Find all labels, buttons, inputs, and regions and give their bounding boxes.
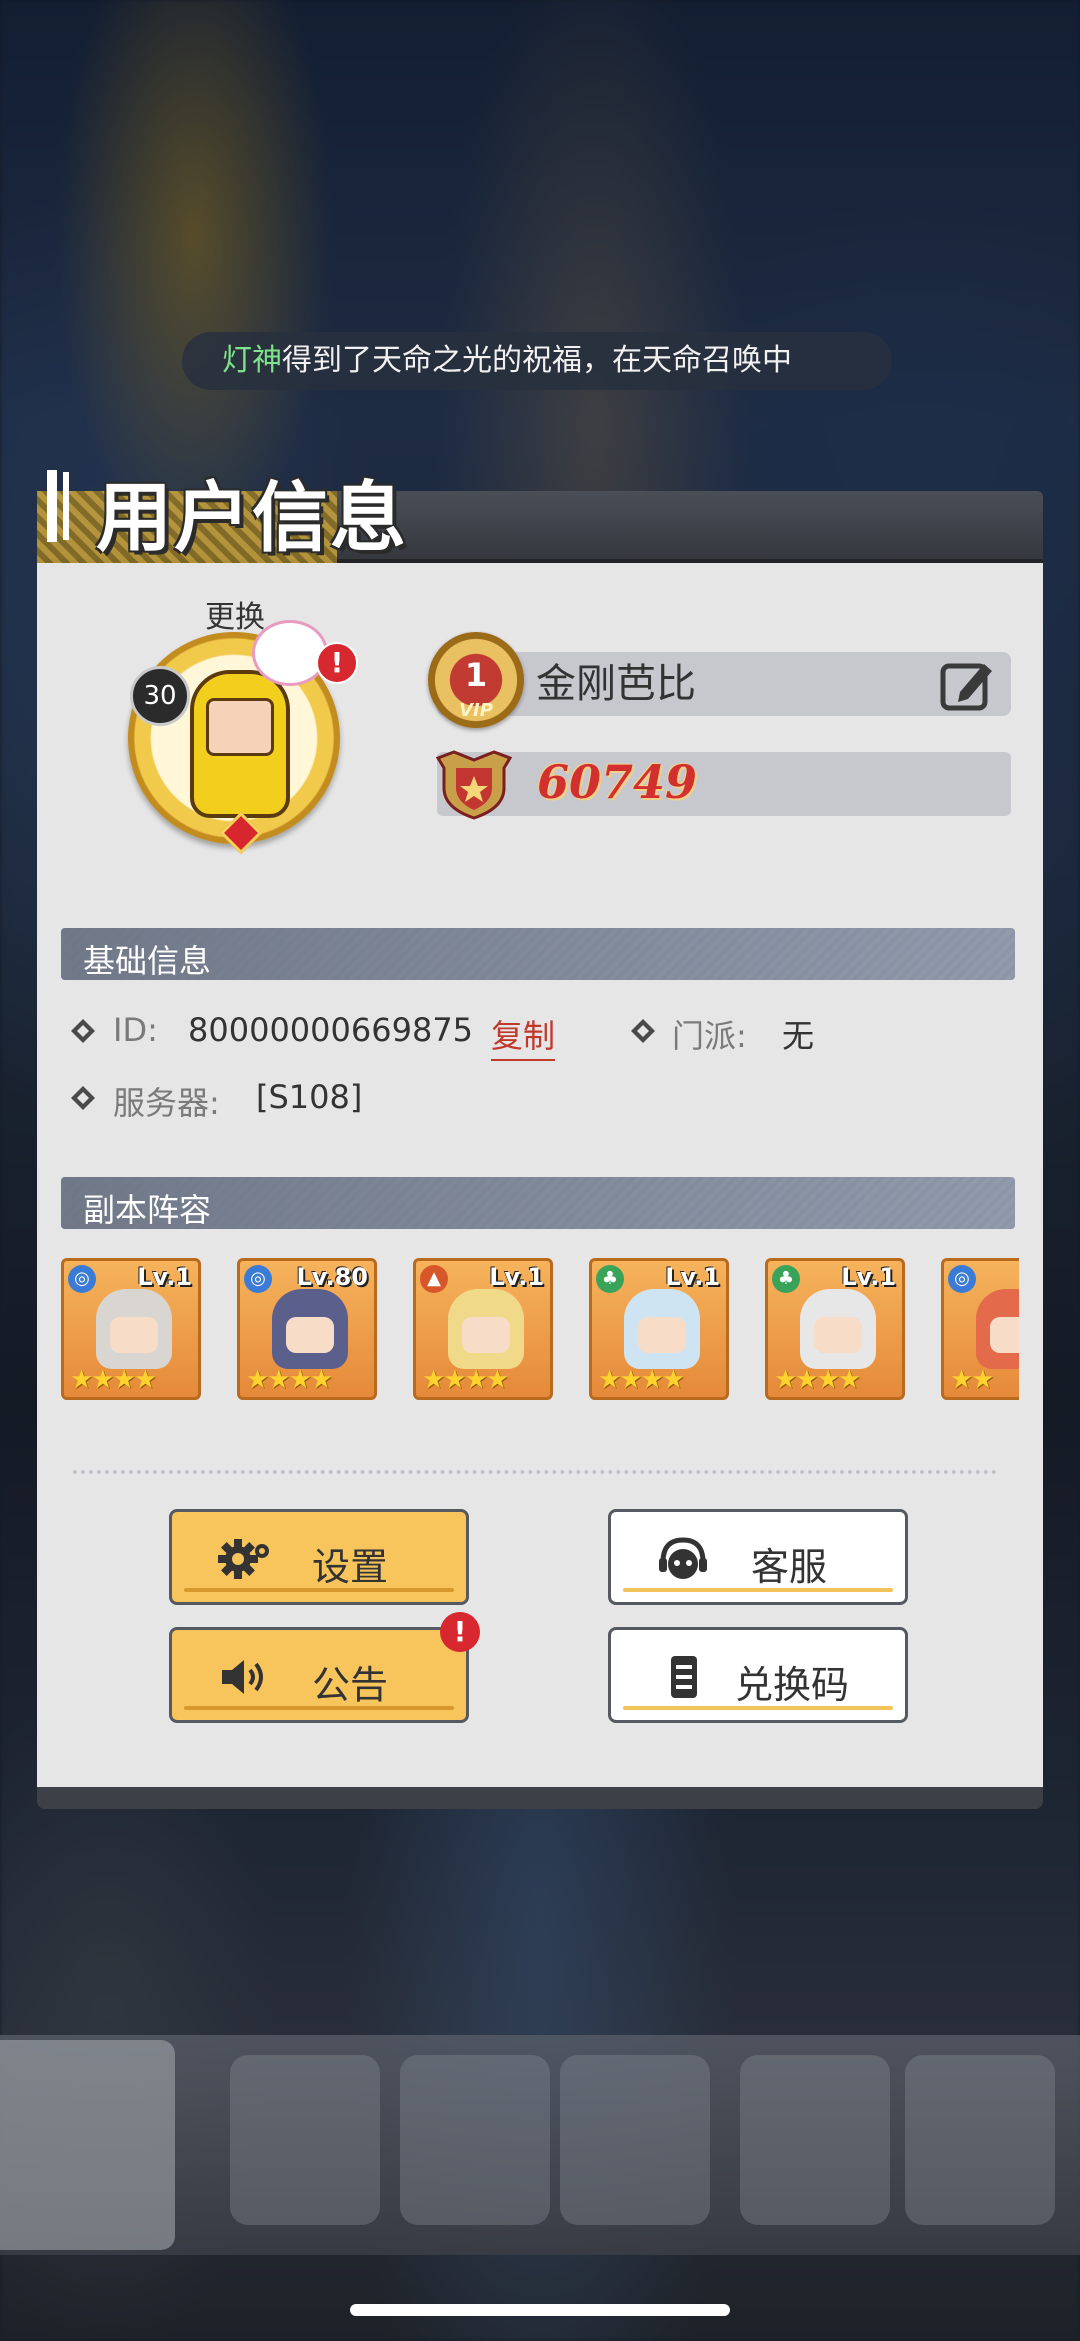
- edit-name-button[interactable]: [940, 658, 996, 712]
- faction-value: 无: [782, 1017, 815, 1055]
- background-menu-slot: [230, 2055, 380, 2225]
- server-value: [S108]: [256, 1078, 363, 1116]
- document-icon: [671, 1656, 697, 1698]
- hero-star-rating: ★★★★: [598, 1365, 685, 1395]
- hero-face: [814, 1317, 862, 1353]
- wood-element-icon: ♣: [772, 1265, 800, 1293]
- hero-star-rating: ★★★★: [422, 1365, 509, 1395]
- home-indicator[interactable]: [350, 2304, 730, 2316]
- hero-star-rating: ★★★★: [246, 1365, 333, 1395]
- speaker-icon: [222, 1660, 263, 1694]
- server-label: 服务器:: [113, 1084, 220, 1122]
- background-menu-slot: [400, 2055, 550, 2225]
- water-element-icon: ◎: [68, 1265, 96, 1293]
- background-menu-slot: [740, 2055, 890, 2225]
- hero-card[interactable]: ◎ ★★: [941, 1258, 1019, 1400]
- button-underline: [184, 1706, 454, 1710]
- id-label: ID:: [113, 1011, 158, 1049]
- support-button[interactable]: 客服: [608, 1509, 908, 1605]
- settings-button[interactable]: 设置: [169, 1509, 469, 1605]
- basic-info-title: 基础信息: [83, 942, 212, 980]
- hero-level: Lv.1: [665, 1263, 720, 1291]
- hero-card[interactable]: ◎ Lv.80 ★★★★: [237, 1258, 377, 1400]
- vip-label: VIP: [459, 700, 493, 721]
- lineup-header: 副本阵容: [61, 1177, 1015, 1229]
- hero-card[interactable]: ◎ Lv.1 ★★★★: [61, 1258, 201, 1400]
- hero-card[interactable]: ▲ Lv.1 ★★★★: [413, 1258, 553, 1400]
- copy-id-button[interactable]: 复制: [491, 1011, 556, 1061]
- player-level-badge: 30: [130, 666, 190, 726]
- hero-level: Lv.1: [489, 1263, 544, 1291]
- hero-card[interactable]: ♣ Lv.1 ★★★★: [765, 1258, 905, 1400]
- button-underline: [184, 1588, 454, 1592]
- support-label: 客服: [751, 1545, 828, 1589]
- button-underline: [623, 1706, 893, 1710]
- hero-card[interactable]: ♣ Lv.1 ★★★★: [589, 1258, 729, 1400]
- shield-power-icon: [435, 750, 513, 820]
- notice-alert-badge: !: [440, 1612, 480, 1652]
- headset-support-icon: [659, 1537, 707, 1579]
- hero-face: [990, 1317, 1019, 1353]
- hero-level: Lv.1: [137, 1263, 192, 1291]
- hero-lineup-strip[interactable]: ◎ Lv.1 ★★★★ ◎ Lv.80 ★★★★ ▲ Lv.1 ★★★★ ♣ Lv.1 ★★★★ ♣ Lv…: [61, 1258, 1019, 1406]
- hero-star-rating: ★★★★: [774, 1365, 861, 1395]
- hero-star-rating: ★★: [950, 1365, 995, 1395]
- panel-title: 用户信息: [96, 473, 408, 562]
- id-value: 80000000669875: [188, 1011, 474, 1049]
- diamond-bullet-icon: [71, 1019, 95, 1043]
- redeem-code-label: 兑换码: [735, 1663, 850, 1707]
- bunny-ornament-icon: [252, 620, 328, 686]
- diamond-bullet-icon: [631, 1019, 655, 1043]
- diamond-bullet-icon: [71, 1086, 95, 1110]
- combat-power-row: [437, 752, 1011, 816]
- faction-label: 门派:: [672, 1017, 747, 1055]
- wood-element-icon: ♣: [596, 1265, 624, 1293]
- background-menu-slot: [0, 2040, 175, 2250]
- button-underline: [623, 1588, 893, 1592]
- avatar-alert-badge: !: [316, 642, 358, 684]
- water-element-icon: ◎: [244, 1265, 272, 1293]
- water-element-icon: ◎: [948, 1265, 976, 1293]
- vip-level: 1: [464, 656, 488, 694]
- panel-title-mark: [47, 470, 57, 542]
- avatar-face: [206, 698, 274, 756]
- hero-level: Lv.1: [841, 1263, 896, 1291]
- basic-info-header: 基础信息: [61, 928, 1015, 980]
- announcement-marquee: 灯神得到了天命之光的祝福，在天命召唤中: [182, 332, 892, 390]
- player-name: 金刚芭比: [536, 661, 696, 707]
- edit-icon: [940, 663, 992, 711]
- hero-star-rating: ★★★★: [70, 1365, 157, 1395]
- panel-bottom-edge: [37, 1787, 1043, 1809]
- background-menu-slot: [560, 2055, 710, 2225]
- background-menu-slot: [905, 2055, 1055, 2225]
- hero-face: [462, 1317, 510, 1353]
- hero-face: [638, 1317, 686, 1353]
- hero-level: Lv.80: [296, 1263, 369, 1291]
- combat-power-value: 60749: [537, 755, 698, 809]
- change-avatar-label[interactable]: 更换: [205, 592, 265, 636]
- marquee-player-name: 灯神: [222, 343, 282, 378]
- gear-icon: [218, 1539, 269, 1579]
- notice-button[interactable]: 公告 !: [169, 1612, 480, 1723]
- notice-label: 公告: [312, 1663, 389, 1707]
- fire-element-icon: ▲: [420, 1265, 448, 1293]
- settings-label: 设置: [312, 1545, 389, 1589]
- marquee-message: 得到了天命之光的祝福，在天命召唤中: [282, 343, 792, 378]
- marquee-text: 灯神得到了天命之光的祝福，在天命召唤中: [222, 342, 792, 380]
- hero-face: [286, 1317, 334, 1353]
- hero-face: [110, 1317, 158, 1353]
- redeem-code-button[interactable]: 兑换码: [608, 1627, 908, 1723]
- section-divider: [73, 1470, 997, 1474]
- lineup-title: 副本阵容: [83, 1191, 212, 1229]
